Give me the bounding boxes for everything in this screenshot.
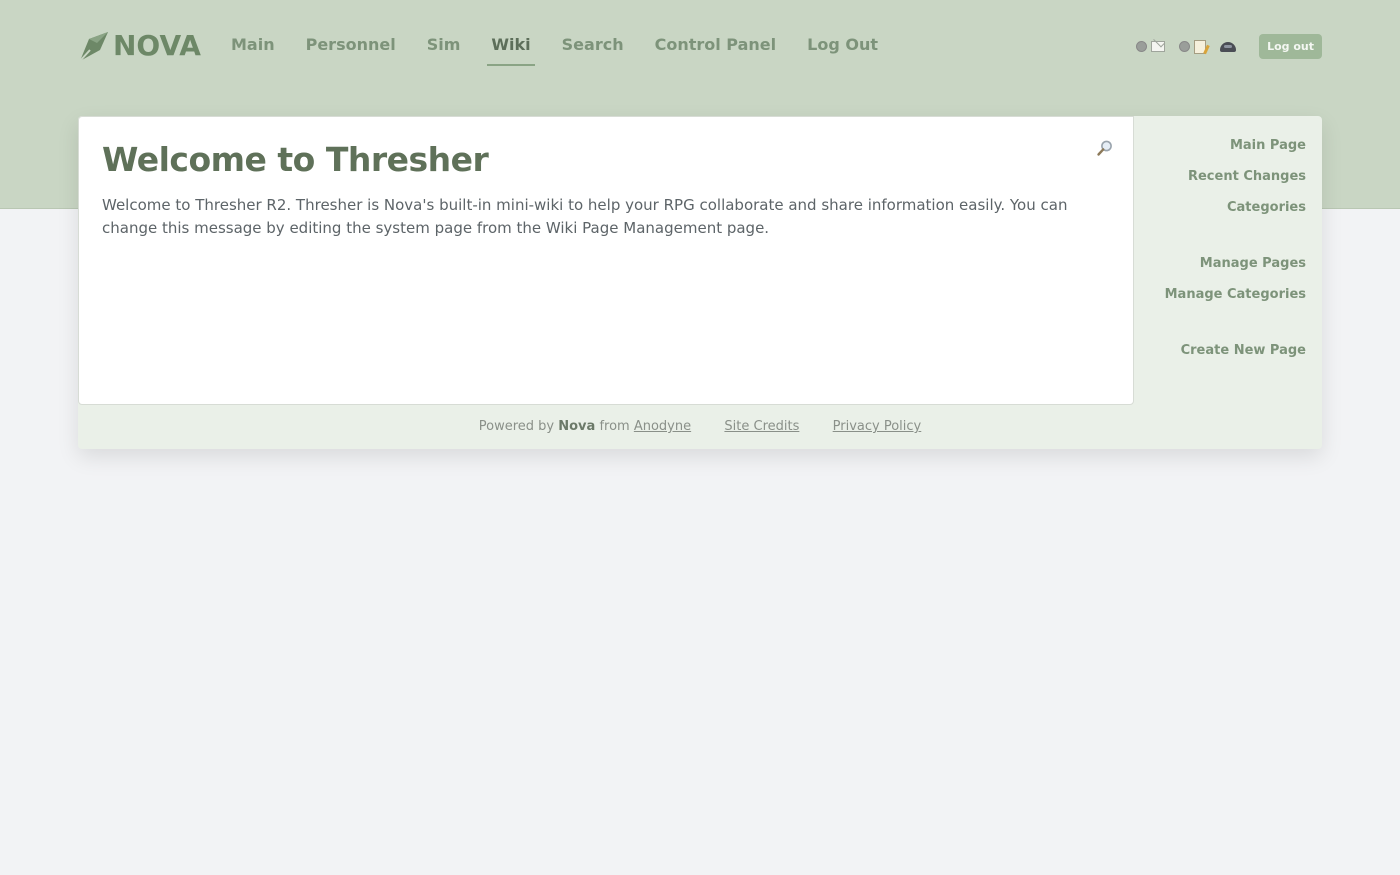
footer-anodyne-link[interactable]: Anodyne xyxy=(634,419,691,434)
note-icon xyxy=(1194,39,1207,54)
nav-personnel[interactable]: Personnel xyxy=(306,33,396,57)
nav-main[interactable]: Main xyxy=(231,33,275,57)
site-footer: Powered by Nova from Anodyne Site Credit… xyxy=(78,405,1322,449)
sidebar-item-create-new-page[interactable]: Create New Page xyxy=(1181,342,1306,360)
magnifier-icon[interactable] xyxy=(1096,139,1114,157)
posts-button[interactable] xyxy=(1179,39,1207,54)
messages-button[interactable] xyxy=(1136,41,1166,52)
helmet-icon xyxy=(1220,41,1237,52)
sidebar-item-manage-pages[interactable]: Manage Pages xyxy=(1200,255,1306,273)
page-title: Welcome to Thresher xyxy=(102,140,489,179)
nav-wiki[interactable]: Wiki xyxy=(487,33,535,66)
page-body: Welcome to Thresher R2. Thresher is Nova… xyxy=(102,196,1068,237)
nav-sim[interactable]: Sim xyxy=(427,33,461,57)
nav-control-panel[interactable]: Control Panel xyxy=(655,33,777,57)
sidebar-item-categories[interactable]: Categories xyxy=(1227,199,1306,217)
nova-logo[interactable]: NOVA xyxy=(78,29,201,63)
footer-from: from xyxy=(599,419,630,434)
sidebar-item-recent-changes[interactable]: Recent Changes xyxy=(1188,168,1306,186)
main-nav: Main Personnel Sim Wiki Search Control P… xyxy=(231,33,909,66)
logout-button[interactable]: Log out xyxy=(1259,34,1322,59)
sidebar-item-manage-categories[interactable]: Manage Categories xyxy=(1165,286,1306,304)
profile-button[interactable] xyxy=(1220,41,1237,52)
nova-logo-icon xyxy=(79,32,108,62)
footer-product: Nova xyxy=(558,419,596,434)
footer-site-credits-link[interactable]: Site Credits xyxy=(724,419,799,434)
logo-text: NOVA xyxy=(113,29,201,62)
wiki-panel: Welcome to Thresher Welcome to Thresher … xyxy=(78,116,1322,449)
nav-log-out[interactable]: Log Out xyxy=(807,33,878,57)
footer-privacy-policy-link[interactable]: Privacy Policy xyxy=(833,419,922,434)
user-tools: Log out xyxy=(1122,34,1322,59)
wiki-content: Welcome to Thresher Welcome to Thresher … xyxy=(78,116,1134,405)
sidebar-item-main-page[interactable]: Main Page xyxy=(1230,137,1306,155)
site-header: NOVA Main Personnel Sim Wiki Search Cont… xyxy=(78,0,1322,90)
footer-powered-by: Powered by xyxy=(478,419,555,434)
status-dot-icon xyxy=(1179,41,1191,52)
status-dot-icon xyxy=(1136,41,1148,52)
nav-search[interactable]: Search xyxy=(562,33,624,57)
wiki-sidebar: Main Page Recent Changes Categories Mana… xyxy=(1134,116,1322,405)
envelope-icon xyxy=(1151,41,1166,52)
